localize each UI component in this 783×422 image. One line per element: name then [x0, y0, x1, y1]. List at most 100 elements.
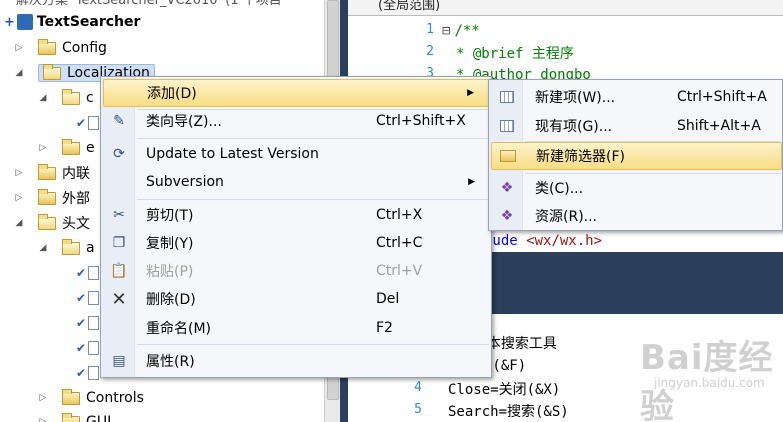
folder-icon: [496, 144, 520, 168]
menu-item-shortcut: Shift+Alt+A: [677, 118, 761, 134]
delete-x-icon: ✕: [111, 288, 127, 310]
tree-item-label: Controls: [86, 390, 144, 406]
code-line[interactable]: * @brief 主程序: [456, 42, 574, 64]
menu-item-properties[interactable]: ▤ 属性(R): [103, 347, 489, 375]
submenu-item-resource[interactable]: ❖ 资源(R)...: [491, 202, 782, 230]
menu-item-shortcut: Ctrl+Shift+X: [376, 113, 466, 129]
menu-item-shortcut: Ctrl+X: [376, 207, 423, 223]
menu-item-rename[interactable]: 重命名(M) F2: [103, 314, 489, 342]
menu-item-class-wizard[interactable]: ✎ 类向导(Z)... Ctrl+Shift+X: [103, 107, 489, 135]
folder-open-icon: [43, 63, 61, 80]
menu-separator: [137, 199, 489, 200]
folder-icon: [62, 138, 80, 155]
svn-update-icon: ⟳: [113, 146, 125, 162]
add-submenu: 新建项(W)... Ctrl+Shift+A 现有项(G)... Shift+A…: [488, 79, 783, 231]
include-file: <wx/wx.h>: [526, 233, 603, 249]
code-line[interactable]: Search=搜索(&S): [448, 400, 569, 422]
tree-item-a[interactable]: ◢ a: [36, 236, 95, 260]
solution-header-text: 解决方案 'TextSearcher_VC2010' (1 个项目: [16, 0, 282, 8]
submenu-item-new-filter[interactable]: 新建筛选器(F): [491, 142, 782, 170]
tree-item-label: c: [86, 90, 94, 106]
expand-arrow-icon[interactable]: ▷: [36, 143, 50, 153]
menu-separator: [137, 138, 489, 139]
tree-item-header-files[interactable]: ◢ 头文: [12, 211, 90, 235]
menu-item-shortcut: Ctrl+C: [376, 235, 423, 251]
folder-open-icon: [62, 88, 80, 105]
menu-item-label: 新建筛选器(F): [536, 149, 625, 165]
expand-arrow-icon[interactable]: ▷: [12, 168, 26, 178]
tree-file-row[interactable]: ✔: [76, 311, 103, 335]
tree-item-label: a: [86, 240, 95, 256]
tree-file-row[interactable]: ✔: [76, 336, 103, 360]
tree-item-label: 内联: [62, 166, 90, 182]
folder-icon: [62, 388, 80, 405]
expand-arrow-icon[interactable]: ▷: [36, 417, 50, 422]
tree-file-row[interactable]: ✔: [76, 111, 103, 135]
code-line[interactable]: Close=关闭(&X): [448, 378, 560, 400]
menu-item-label: 类向导(Z)...: [146, 114, 222, 130]
menu-item-label: 重命名(M): [146, 321, 212, 337]
expand-arrow-icon[interactable]: ▷: [12, 43, 26, 53]
expand-arrow-icon[interactable]: ▷: [36, 393, 50, 403]
properties-icon: ▤: [112, 353, 126, 369]
tree-item-gui[interactable]: ▷ GUI: [36, 410, 111, 422]
menu-item-shortcut: F2: [376, 320, 393, 336]
checkmark-icon: ✔: [76, 366, 87, 380]
menu-item-cut[interactable]: ✂ 剪切(T) Ctrl+X: [103, 201, 489, 229]
code-line[interactable]: ⊟/**: [442, 20, 480, 42]
tree-item-inline[interactable]: ▷ 内联: [12, 161, 90, 185]
file-icon: [88, 341, 99, 355]
line-number: 4: [414, 380, 422, 395]
include-line[interactable]: lude <wx/wx.h>: [484, 230, 602, 252]
menu-item-add[interactable]: 添加(D) ▶: [103, 79, 489, 107]
external-deps-icon: [38, 188, 56, 205]
collapse-arrow-icon[interactable]: ◢: [12, 218, 26, 228]
menu-item-paste: 📋 粘贴(P) Ctrl+V: [103, 257, 489, 285]
expand-plus-icon[interactable]: +: [4, 15, 15, 30]
menu-item-delete[interactable]: ✕ 删除(D) Del: [103, 285, 489, 313]
scope-dropdown[interactable]: (全局范围): [348, 0, 783, 16]
tree-item-label: GUI: [86, 414, 112, 422]
code-text: /**: [454, 23, 480, 39]
collapse-arrow-icon[interactable]: ◢: [36, 243, 50, 253]
tree-item-c[interactable]: ◢ c: [36, 86, 94, 110]
checkmark-icon: ✔: [76, 291, 87, 305]
menu-item-label: 剪切(T): [146, 208, 194, 224]
scope-label: (全局范围): [378, 0, 441, 13]
collapse-arrow-icon[interactable]: ◢: [12, 68, 26, 78]
menu-item-label: 现有项(G)...: [535, 119, 613, 135]
submenu-item-existing-item[interactable]: 现有项(G)... Shift+Alt+A: [491, 112, 782, 140]
tree-item-label: Config: [62, 40, 107, 56]
menu-item-copy[interactable]: ❐ 复制(Y) Ctrl+C: [103, 229, 489, 257]
folder-open-icon: [38, 213, 56, 230]
tree-item-e[interactable]: ▷ e: [36, 136, 95, 160]
submenu-item-new-item[interactable]: 新建项(W)... Ctrl+Shift+A: [491, 83, 782, 111]
menu-item-subversion[interactable]: Subversion ▶: [103, 168, 489, 196]
submenu-item-class[interactable]: ❖ 类(C)...: [491, 174, 782, 202]
menu-item-label: 复制(Y): [146, 236, 194, 252]
menu-item-update-latest[interactable]: ⟳ Update to Latest Version: [103, 140, 489, 168]
tree-item-controls[interactable]: ▷ Controls: [36, 386, 144, 410]
folder-icon: [62, 412, 80, 422]
menu-item-shortcut: Del: [376, 291, 400, 307]
tree-file-row[interactable]: ✔: [76, 261, 103, 285]
menu-item-label: 新建项(W)...: [535, 90, 616, 106]
tree-file-row[interactable]: ✔: [76, 286, 103, 310]
tree-file-row[interactable]: ✔: [76, 361, 103, 385]
checkmark-icon: ✔: [76, 316, 87, 330]
existing-item-icon: [495, 114, 519, 138]
project-label: TextSearcher: [36, 14, 141, 30]
tree-project-node[interactable]: + TextSearcher: [4, 10, 140, 34]
expand-arrow-icon[interactable]: ▷: [12, 193, 26, 203]
paste-icon: 📋: [110, 263, 128, 279]
menu-item-label: Update to Latest Version: [146, 146, 319, 162]
tree-item-external[interactable]: ▷ 外部: [12, 186, 90, 210]
code-text: Search=搜索(&S): [448, 404, 569, 420]
menu-separator: [137, 344, 489, 345]
collapse-arrow-icon[interactable]: ◢: [36, 93, 50, 103]
class-icon: ❖: [500, 180, 514, 196]
solution-header: 解决方案 'TextSearcher_VC2010' (1 个项目: [0, 0, 340, 10]
checkmark-icon: ✔: [76, 266, 87, 280]
fold-minus-icon[interactable]: ⊟: [442, 23, 450, 39]
tree-item-config[interactable]: ▷ Config: [12, 36, 107, 60]
